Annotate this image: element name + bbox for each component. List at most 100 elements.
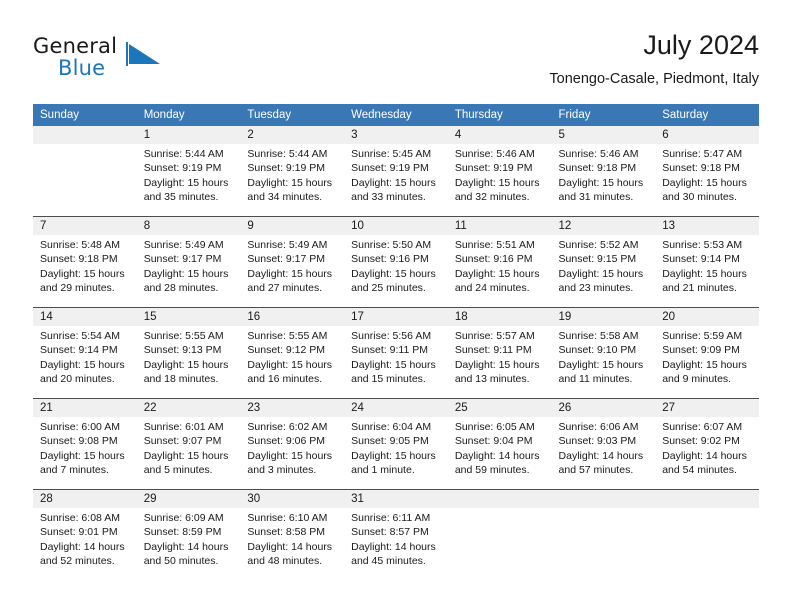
day-cell[interactable]: 27 Sunrise: 6:07 AM Sunset: 9:02 PM Dayligh…	[655, 398, 759, 490]
day-sunrise-text: Sunrise: 5:44 AM	[143, 148, 224, 160]
week-row: 1 Sunrise: 5:44 AM Sunset: 9:19 PM Daylight…	[33, 126, 759, 217]
day-number	[33, 126, 137, 144]
weekday-header-sunday: Sunday	[33, 104, 137, 126]
day-cell[interactable]: 2 Sunrise: 5:44 AM Sunset: 9:19 PM Daylight…	[240, 126, 345, 217]
day-daylight-line2-text: and 28 minutes.	[143, 281, 219, 294]
day-sunrise-text: Sunrise: 6:10 AM	[247, 512, 328, 524]
day-sunset-text: Sunset: 9:08 PM	[40, 435, 118, 448]
day-sunset-text: Sunset: 9:11 PM	[454, 344, 532, 357]
day-cell[interactable]: 5 Sunrise: 5:46 AM Sunset: 9:18 PM Daylight…	[551, 126, 656, 217]
day-sun-info: Sunrise: 6:08 AM Sunset: 9:01 PM Daylight:…	[33, 508, 137, 568]
day-sun-info: Sunrise: 5:44 AM Sunset: 9:19 PM Daylight:…	[240, 144, 344, 204]
day-sunrise-text: Sunrise: 5:54 AM	[40, 330, 120, 342]
day-cell[interactable]: 4 Sunrise: 5:46 AM Sunset: 9:19 PM Daylight…	[447, 126, 552, 217]
day-daylight-line1-text: Daylight: 14 hours	[143, 540, 229, 553]
day-sunset-text: Sunset: 8:59 PM	[143, 526, 222, 539]
day-sun-info: Sunrise: 5:46 AM Sunset: 9:19 PM Daylight:…	[448, 144, 552, 204]
day-daylight-line1-text: Daylight: 15 hours	[247, 267, 333, 280]
week-row: 28 Sunrise: 6:08 AM Sunset: 9:01 PM Dayligh…	[33, 489, 759, 580]
day-number: 9	[240, 217, 345, 235]
day-cell[interactable]: 1 Sunrise: 5:44 AM Sunset: 9:19 PM Daylight…	[136, 126, 241, 217]
general-blue-logo[interactable]: General Blue	[33, 34, 163, 86]
day-sunrise-text: Sunrise: 6:07 AM	[662, 421, 743, 433]
day-daylight-line1-text: Daylight: 15 hours	[351, 176, 436, 189]
day-sunrise-text: Sunrise: 5:52 AM	[558, 239, 639, 251]
day-sunset-text: Sunset: 9:19 PM	[454, 162, 533, 175]
day-sunrise-text: Sunrise: 5:50 AM	[351, 239, 432, 251]
day-sun-info: Sunrise: 6:06 AM Sunset: 9:03 PM Daylight:…	[552, 417, 656, 477]
day-cell[interactable]: 25 Sunrise: 6:05 AM Sunset: 9:04 PM Dayligh…	[447, 398, 552, 490]
day-sun-info: Sunrise: 6:11 AM Sunset: 8:57 PM Daylight:…	[344, 508, 448, 568]
day-daylight-line2-text: and 18 minutes.	[143, 372, 219, 385]
day-sunrise-text: Sunrise: 6:02 AM	[247, 421, 328, 433]
day-daylight-line1-text: Daylight: 15 hours	[351, 449, 436, 462]
day-sunset-text: Sunset: 9:19 PM	[143, 162, 222, 175]
day-cell[interactable]: 21 Sunrise: 6:00 AM Sunset: 9:08 PM Dayligh…	[33, 398, 137, 490]
day-cell[interactable]: 19 Sunrise: 5:58 AM Sunset: 9:10 PM Dayligh…	[551, 307, 656, 399]
day-daylight-line2-text: and 57 minutes.	[558, 463, 634, 476]
day-cell[interactable]: 3 Sunrise: 5:45 AM Sunset: 9:19 PM Daylight…	[344, 126, 448, 217]
day-cell[interactable]: 9 Sunrise: 5:49 AM Sunset: 9:17 PM Daylight…	[240, 216, 345, 308]
day-sun-info: Sunrise: 5:52 AM Sunset: 9:15 PM Daylight:…	[552, 235, 656, 295]
day-number: 2	[240, 126, 345, 144]
day-cell[interactable]: 17 Sunrise: 5:56 AM Sunset: 9:11 PM Dayligh…	[344, 307, 448, 399]
day-cell[interactable]: 18 Sunrise: 5:57 AM Sunset: 9:11 PM Dayligh…	[447, 307, 552, 399]
day-daylight-line2-text: and 59 minutes.	[454, 463, 530, 476]
day-daylight-line2-text: and 20 minutes.	[40, 372, 115, 385]
day-cell-inner: 16 Sunrise: 5:55 AM Sunset: 9:12 PM Dayligh…	[240, 308, 345, 398]
day-cell[interactable]: 11 Sunrise: 5:51 AM Sunset: 9:16 PM Dayligh…	[447, 216, 552, 308]
day-cell[interactable]: 24 Sunrise: 6:04 AM Sunset: 9:05 PM Dayligh…	[344, 398, 448, 490]
day-number: 8	[136, 217, 241, 235]
day-sun-info: Sunrise: 6:04 AM Sunset: 9:05 PM Daylight:…	[344, 417, 448, 477]
day-sun-info: Sunrise: 5:55 AM Sunset: 9:12 PM Daylight:…	[240, 326, 344, 386]
day-cell[interactable]: 10 Sunrise: 5:50 AM Sunset: 9:16 PM Dayligh…	[344, 216, 448, 308]
day-cell-inner: 4 Sunrise: 5:46 AM Sunset: 9:19 PM Daylight…	[447, 126, 552, 216]
day-cell-inner: 5 Sunrise: 5:46 AM Sunset: 9:18 PM Daylight…	[551, 126, 656, 216]
day-sun-info: Sunrise: 5:53 AM Sunset: 9:14 PM Daylight:…	[655, 235, 759, 295]
day-daylight-line2-text: and 13 minutes.	[454, 372, 530, 385]
day-sunset-text: Sunset: 9:01 PM	[40, 526, 118, 539]
day-cell[interactable]: 6 Sunrise: 5:47 AM Sunset: 9:18 PM Daylight…	[655, 126, 759, 217]
day-cell[interactable]: 20 Sunrise: 5:59 AM Sunset: 9:09 PM Dayligh…	[655, 307, 759, 399]
day-sun-info: Sunrise: 6:01 AM Sunset: 9:07 PM Daylight:…	[137, 417, 241, 477]
day-number: 6	[655, 126, 759, 144]
day-sunrise-text: Sunrise: 6:00 AM	[40, 421, 120, 433]
day-sunset-text: Sunset: 9:18 PM	[558, 162, 637, 175]
day-cell[interactable]: 8 Sunrise: 5:49 AM Sunset: 9:17 PM Daylight…	[136, 216, 241, 308]
day-sun-info: Sunrise: 6:10 AM Sunset: 8:58 PM Daylight:…	[240, 508, 344, 568]
day-sun-info: Sunrise: 5:49 AM Sunset: 9:17 PM Daylight:…	[137, 235, 241, 295]
day-daylight-line2-text: and 11 minutes.	[558, 372, 633, 385]
day-sunrise-text: Sunrise: 5:55 AM	[247, 330, 328, 342]
day-sun-info: Sunrise: 5:57 AM Sunset: 9:11 PM Daylight:…	[448, 326, 552, 386]
day-cell[interactable]: 14 Sunrise: 5:54 AM Sunset: 9:14 PM Dayligh…	[33, 307, 137, 399]
day-daylight-line1-text: Daylight: 15 hours	[143, 358, 229, 371]
day-cell[interactable]: 30 Sunrise: 6:10 AM Sunset: 8:58 PM Dayligh…	[240, 489, 345, 580]
day-number: 28	[33, 490, 137, 508]
week-row: 14 Sunrise: 5:54 AM Sunset: 9:14 PM Dayligh…	[33, 307, 759, 399]
day-sunset-text: Sunset: 9:16 PM	[454, 253, 533, 266]
day-sun-info: Sunrise: 6:07 AM Sunset: 9:02 PM Daylight:…	[655, 417, 759, 477]
day-cell[interactable]: 29 Sunrise: 6:09 AM Sunset: 8:59 PM Dayligh…	[136, 489, 241, 580]
day-number: 26	[551, 399, 656, 417]
day-cell[interactable]: 31 Sunrise: 6:11 AM Sunset: 8:57 PM Dayligh…	[344, 489, 448, 580]
day-cell[interactable]: 28 Sunrise: 6:08 AM Sunset: 9:01 PM Dayligh…	[33, 489, 137, 580]
day-cell[interactable]: 22 Sunrise: 6:01 AM Sunset: 9:07 PM Dayligh…	[136, 398, 241, 490]
day-cell-inner: 22 Sunrise: 6:01 AM Sunset: 9:07 PM Dayligh…	[136, 399, 241, 489]
day-sunset-text: Sunset: 9:02 PM	[662, 435, 740, 448]
day-sunset-text: Sunset: 9:17 PM	[247, 253, 326, 266]
day-cell[interactable]: 12 Sunrise: 5:52 AM Sunset: 9:15 PM Dayligh…	[551, 216, 656, 308]
day-cell[interactable]: 7 Sunrise: 5:48 AM Sunset: 9:18 PM Daylight…	[33, 216, 137, 308]
day-cell[interactable]: 16 Sunrise: 5:55 AM Sunset: 9:12 PM Dayligh…	[240, 307, 345, 399]
page-header: General Blue July 2024 Tonengo-Casale, P…	[33, 28, 759, 96]
day-sunset-text: Sunset: 9:03 PM	[558, 435, 637, 448]
day-cell[interactable]: 23 Sunrise: 6:02 AM Sunset: 9:06 PM Dayligh…	[240, 398, 345, 490]
day-sun-info: Sunrise: 5:44 AM Sunset: 9:19 PM Daylight:…	[137, 144, 241, 204]
day-cell[interactable]: 13 Sunrise: 5:53 AM Sunset: 9:14 PM Dayligh…	[655, 216, 759, 308]
day-daylight-line1-text: Daylight: 15 hours	[247, 176, 333, 189]
day-number: 3	[344, 126, 448, 144]
day-cell[interactable]: 26 Sunrise: 6:06 AM Sunset: 9:03 PM Dayligh…	[551, 398, 656, 490]
day-daylight-line1-text: Daylight: 14 hours	[247, 540, 333, 553]
day-cell[interactable]: 15 Sunrise: 5:55 AM Sunset: 9:13 PM Dayligh…	[136, 307, 241, 399]
day-daylight-line1-text: Daylight: 15 hours	[143, 267, 229, 280]
page-title: July 2024	[643, 30, 759, 60]
